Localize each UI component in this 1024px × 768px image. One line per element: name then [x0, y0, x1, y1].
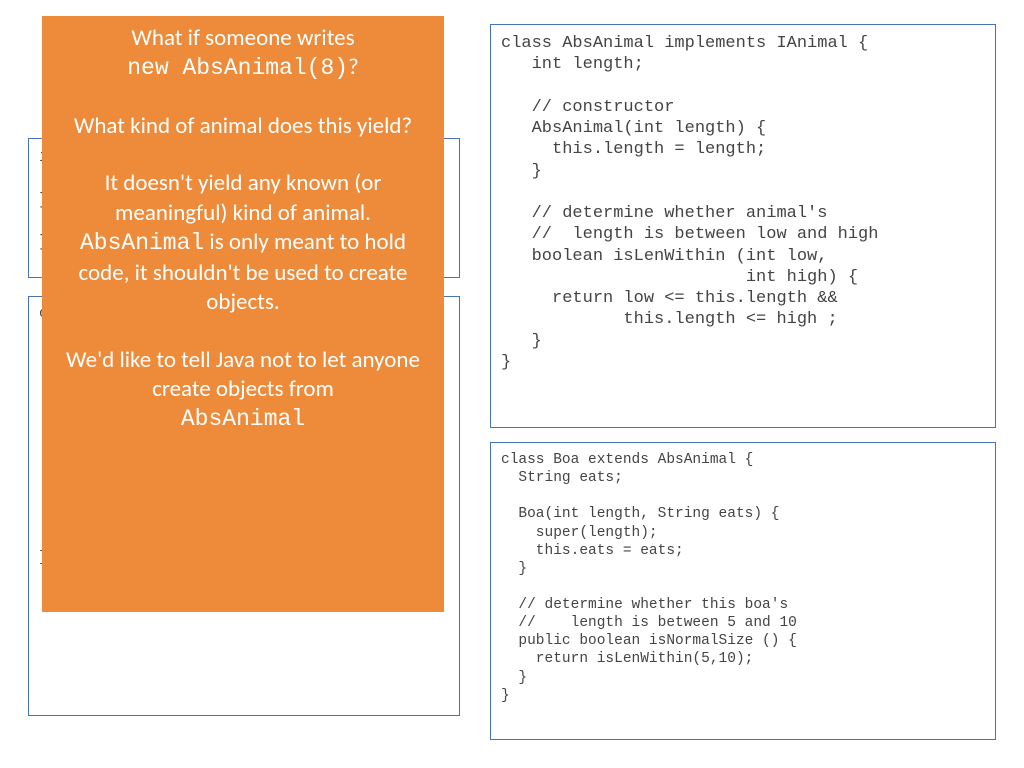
callout-mono-absanimal-1: AbsAnimal — [80, 230, 204, 256]
code-box-boa: class Boa extends AbsAnimal { String eat… — [490, 442, 996, 740]
callout-mono-absanimal-2: AbsAnimal — [181, 406, 305, 432]
callout-line3: What kind of animal does this yield? — [74, 112, 412, 140]
explanation-callout: What if someone writes new AbsAnimal(8)?… — [42, 16, 444, 612]
code-box-absanimal: class AbsAnimal implements IAnimal { int… — [490, 24, 996, 428]
callout-qmark: ? — [348, 53, 359, 81]
callout-line5: We'd like to tell Java not to let anyone… — [66, 346, 420, 403]
callout-code-new-absanimal: new AbsAnimal(8) — [127, 55, 348, 81]
callout-line1: What if someone writes — [131, 24, 354, 52]
callout-line4a: It doesn't yield any known (or meaningfu… — [105, 169, 382, 226]
